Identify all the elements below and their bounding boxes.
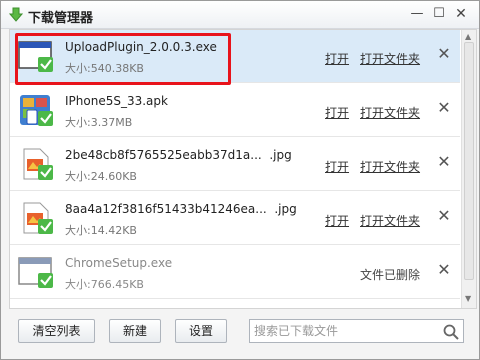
file-name: 8aa4a12f3816f51433b41246ea... .jpg xyxy=(65,202,297,216)
scroll-up-arrow-icon[interactable]: ▲ xyxy=(465,32,471,41)
file-deleted-status: 文件已删除 xyxy=(360,268,421,282)
file-name: IPhone5S_33.apk xyxy=(65,94,168,108)
open-folder-link[interactable]: 打开文件夹 xyxy=(360,158,420,175)
open-folder-link[interactable]: 打开文件夹 xyxy=(360,50,420,67)
download-arrow-icon xyxy=(9,7,23,22)
remove-item-icon[interactable]: ✕ xyxy=(436,46,452,62)
open-file-link[interactable]: 打开 xyxy=(325,212,349,229)
jpg-image-icon xyxy=(23,148,53,180)
apk-app-icon xyxy=(20,95,53,126)
jpg-image-icon xyxy=(23,202,53,234)
remove-item-icon[interactable]: ✕ xyxy=(436,154,452,170)
file-size: 大小:3.37MB xyxy=(65,116,133,129)
remove-item-icon[interactable]: ✕ xyxy=(436,262,452,278)
download-list: UploadPlugin_2.0.0.3.exe 大小:540.38KB 打开 … xyxy=(9,29,477,309)
open-file-link[interactable]: 打开 xyxy=(325,104,349,121)
open-file-link[interactable]: 打开 xyxy=(325,50,349,67)
download-item[interactable]: 8aa4a12f3816f51433b41246ea... .jpg 大小:14… xyxy=(10,192,460,245)
exe-window-icon xyxy=(18,257,53,288)
search-icon[interactable] xyxy=(442,323,460,341)
remove-item-icon[interactable]: ✕ xyxy=(436,100,452,116)
maximize-button[interactable]: ☐ xyxy=(431,6,447,22)
scroll-down-arrow-icon[interactable]: ▼ xyxy=(465,294,471,303)
minimize-button[interactable]: — xyxy=(409,6,425,22)
download-item[interactable] xyxy=(10,300,460,308)
download-item[interactable]: IPhone5S_33.apk 大小:3.37MB 打开 打开文件夹 ✕ xyxy=(10,84,460,137)
settings-button[interactable]: 设置 xyxy=(175,319,227,343)
file-size: 大小:14.42KB xyxy=(65,224,137,237)
close-button[interactable]: ✕ xyxy=(453,6,469,22)
file-size: 大小:24.60KB xyxy=(65,170,137,183)
open-folder-link[interactable]: 打开文件夹 xyxy=(360,104,420,121)
red-highlight-annotation xyxy=(15,33,231,85)
open-file-link[interactable]: 打开 xyxy=(325,158,349,175)
search-input[interactable] xyxy=(254,322,434,340)
download-item[interactable]: ChromeSetup.exe 大小:766.45KB 文件已删除 ✕ xyxy=(10,246,460,299)
download-manager-window: 下载管理器 — ☐ ✕ UploadPlugin_2.0.0.3.exe 大小:… xyxy=(0,0,480,360)
new-download-button[interactable]: 新建 xyxy=(109,319,161,343)
file-size: 大小:766.45KB xyxy=(65,278,144,291)
download-item[interactable]: 2be48cb8f5765525eabb37d1a... .jpg 大小:24.… xyxy=(10,138,460,191)
window-title: 下载管理器 xyxy=(28,11,94,26)
scroll-thumb[interactable] xyxy=(464,42,474,280)
file-name: ChromeSetup.exe xyxy=(65,256,173,270)
open-folder-link[interactable]: 打开文件夹 xyxy=(360,212,420,229)
file-name: 2be48cb8f5765525eabb37d1a... .jpg xyxy=(65,148,292,162)
search-box[interactable] xyxy=(249,319,464,343)
remove-item-icon[interactable]: ✕ xyxy=(436,208,452,224)
title-bar[interactable]: 下载管理器 — ☐ ✕ xyxy=(1,1,479,29)
scrollbar[interactable]: ▲ ▼ xyxy=(461,30,476,308)
clear-list-button[interactable]: 清空列表 xyxy=(18,319,95,343)
